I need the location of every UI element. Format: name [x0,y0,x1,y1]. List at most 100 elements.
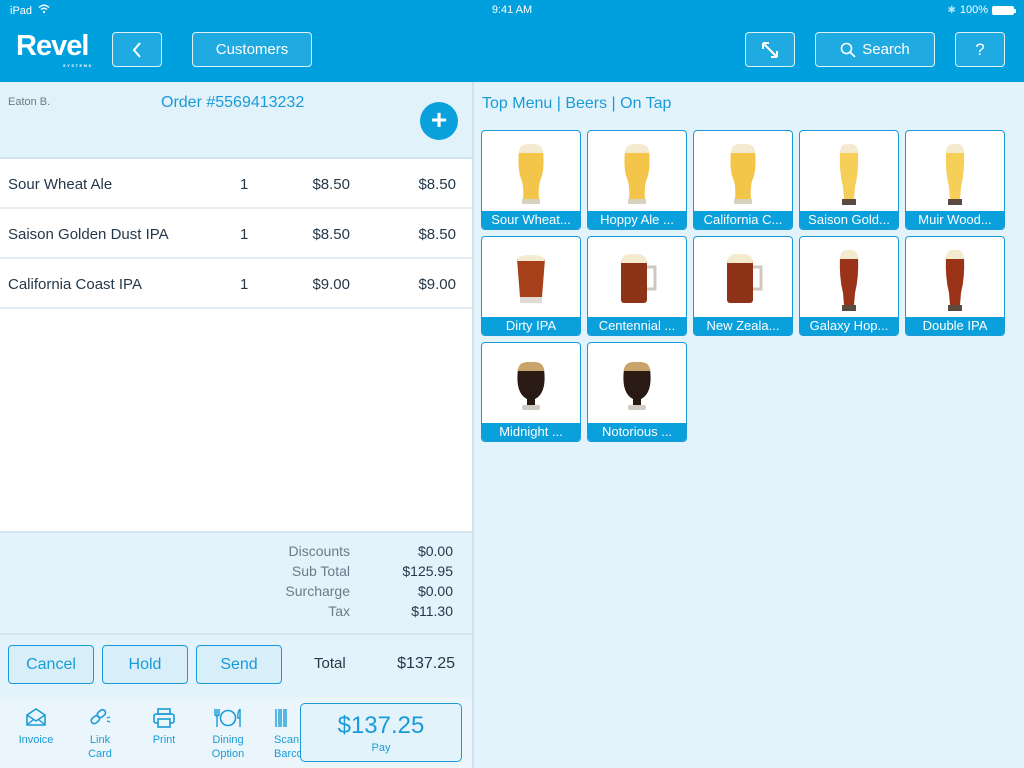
total-label: Total [314,655,346,672]
summary-value: $125.95 [402,563,453,579]
item-name: Sour Wheat Ale [8,176,113,193]
order-item-row[interactable]: California Coast IPA 1 $9.00 $9.00 [0,259,472,309]
scan-label-1: Scan [274,734,300,746]
print-button[interactable]: Print [134,707,194,747]
product-label: Double IPA [906,317,1004,335]
item-qty: 1 [240,176,249,193]
product-label: Dirty IPA [482,317,580,335]
item-total: $8.50 [418,226,456,243]
bottom-toolbar: Invoice Link Card Print Dining Option Sc… [0,697,472,768]
add-button[interactable]: + [420,102,458,140]
product-label: Hoppy Ale ... [588,211,686,229]
beer-glass-icon [723,141,763,214]
product-tile[interactable]: Sour Wheat... [481,130,581,230]
beer-glass-icon [719,247,767,316]
order-item-row[interactable]: Sour Wheat Ale 1 $8.50 $8.50 [0,159,472,209]
product-label: New Zeala... [694,317,792,335]
product-tile[interactable]: Galaxy Hop... [799,236,899,336]
invoice-label: Invoice [18,734,54,746]
revel-logo: Revel SYSTEMS [16,30,91,68]
order-header: Eaton B. Order #5569413232 + [0,82,472,159]
order-summary: Discounts $0.00 Sub Total $125.95 Surcha… [0,531,472,635]
item-qty: 1 [240,226,249,243]
product-tile[interactable]: Double IPA [905,236,1005,336]
product-label: Notorious ... [588,423,686,441]
beer-glass-icon [511,353,551,424]
link-card-label-1: Link [89,734,111,746]
pay-amount: $137.25 [337,712,425,739]
order-item-row[interactable]: Saison Golden Dust IPA 1 $8.50 $8.50 [0,209,472,259]
invoice-button[interactable]: Invoice [6,707,66,747]
product-label: Midnight ... [482,423,580,441]
item-price: $8.50 [312,226,350,243]
summary-tax: Tax $11.30 [0,603,472,623]
beer-glass-icon [511,141,551,214]
envelope-icon [6,707,66,731]
pay-label: Pay [371,742,391,754]
item-total: $9.00 [418,276,456,293]
dining-label-2: Option [211,748,245,760]
beer-glass-icon [617,141,657,214]
product-tile[interactable]: Saison Gold... [799,130,899,230]
pay-button[interactable]: $137.25 Pay [300,703,462,762]
product-label: Centennial ... [588,317,686,335]
product-label: Sour Wheat... [482,211,580,229]
item-name: Saison Golden Dust IPA [8,226,169,243]
product-tile[interactable]: Hoppy Ale ... [587,130,687,230]
order-number: Order #5569413232 [161,94,305,111]
beer-glass-icon [940,247,970,322]
plate-cutlery-icon [198,707,258,731]
product-label: Muir Wood... [906,211,1004,229]
bluetooth-icon: ✱ [947,4,956,16]
printer-icon [134,707,194,731]
back-button[interactable] [112,32,162,67]
product-label: California C... [694,211,792,229]
item-price: $8.50 [312,176,350,193]
product-tile[interactable]: Centennial ... [587,236,687,336]
beer-glass-icon [509,247,553,316]
send-button[interactable]: Send [196,645,282,684]
order-panel: Eaton B. Order #5569413232 + Sour Wheat … [0,82,474,768]
expand-button[interactable] [745,32,795,67]
item-qty: 1 [240,276,249,293]
beer-glass-icon [613,247,661,316]
product-tile[interactable]: California C... [693,130,793,230]
help-button[interactable]: ? [955,32,1005,67]
summary-value: $0.00 [417,543,453,559]
product-label: Galaxy Hop... [800,317,898,335]
menu-breadcrumb[interactable]: Top Menu | Beers | On Tap [482,95,671,113]
scan-barcode-button[interactable]: Scan Barcode [262,707,302,761]
summary-discounts: Discounts $0.00 [0,543,472,563]
customers-button[interactable]: Customers [192,32,312,67]
dining-label-1: Dining [212,734,244,746]
dining-option-button[interactable]: Dining Option [198,707,258,761]
beer-glass-icon [940,141,970,216]
order-items: Sour Wheat Ale 1 $8.50 $8.50 Saison Gold… [0,159,472,531]
top-bar: iPad 9:41 AM ✱ 100% Revel SYSTEMS Custom… [0,0,1024,82]
summary-label: Discounts [288,543,350,559]
summary-value: $11.30 [411,603,453,619]
item-total: $8.50 [418,176,456,193]
summary-label: Sub Total [291,563,350,579]
summary-label: Surcharge [285,583,350,599]
product-tile[interactable]: Notorious ... [587,342,687,442]
product-tile[interactable]: Muir Wood... [905,130,1005,230]
link-card-label-2: Card [88,748,112,760]
hold-button[interactable]: Hold [102,645,188,684]
summary-subtotal: Sub Total $125.95 [0,563,472,583]
product-label: Saison Gold... [800,211,898,229]
summary-surcharge: Surcharge $0.00 [0,583,472,603]
clock: 9:41 AM [491,4,533,16]
product-tile[interactable]: New Zeala... [693,236,793,336]
product-tile[interactable]: Midnight ... [481,342,581,442]
beer-glass-icon [834,141,864,216]
product-tile[interactable]: Dirty IPA [481,236,581,336]
search-button[interactable]: Search [815,32,935,67]
print-label: Print [152,734,176,746]
menu-panel: Top Menu | Beers | On Tap Sour Wheat... H… [476,82,1024,768]
summary-value: $0.00 [417,583,453,599]
link-card-button[interactable]: Link Card [70,707,130,761]
customer-name[interactable]: Eaton B. [8,96,50,108]
cancel-button[interactable]: Cancel [8,645,94,684]
logo-sub: SYSTEMS [63,63,93,68]
